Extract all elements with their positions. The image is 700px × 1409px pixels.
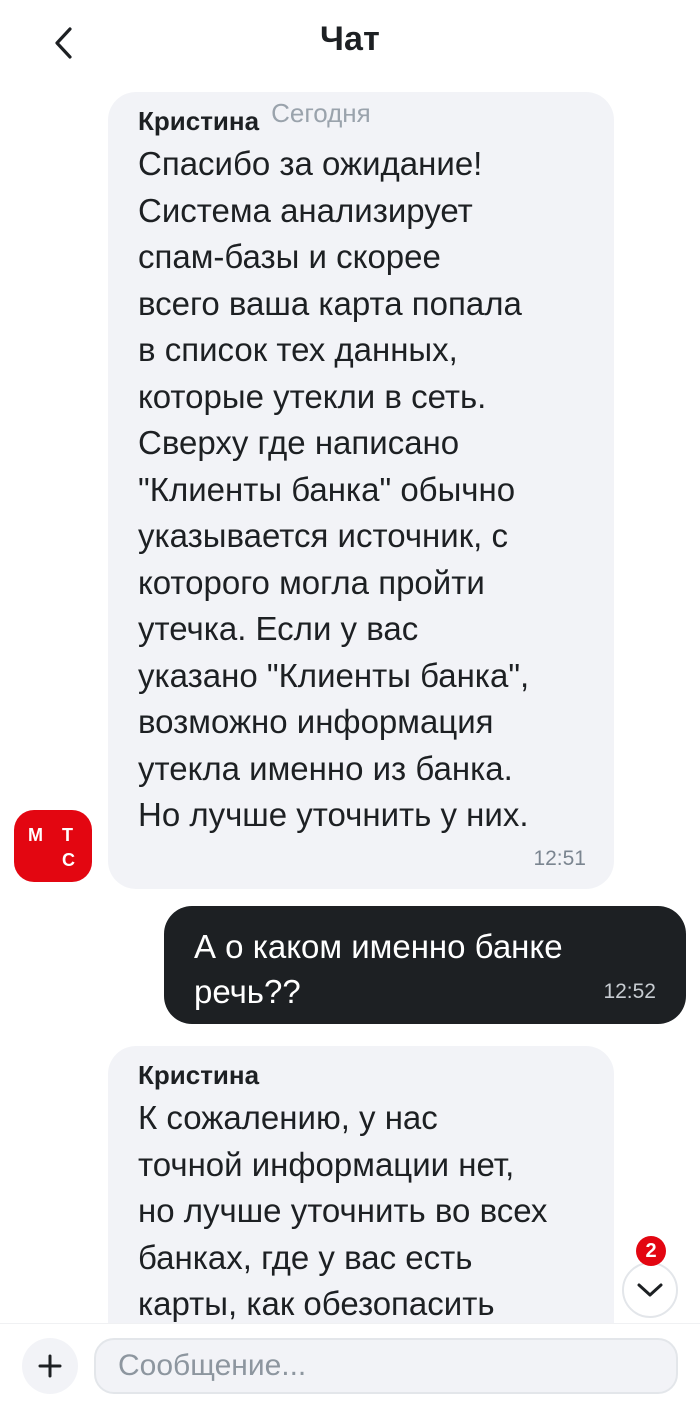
attach-button[interactable] (22, 1338, 78, 1394)
message-list[interactable]: Кристина Сегодня Спасибо за ожидание! Си… (0, 86, 700, 1323)
sender-name: Кристина (138, 106, 260, 136)
operator-avatar: М Т С (14, 810, 92, 882)
message-text: Спасибо за ожидание! Система анализирует… (138, 145, 530, 833)
scroll-down-button[interactable] (622, 1262, 678, 1318)
message-time: 12:51 (533, 846, 586, 870)
avatar-letter: Т (62, 825, 73, 845)
message-time: 12:52 (603, 980, 656, 1003)
chat-screen: Чат Кристина Сегодня Спасибо за ожидание… (0, 0, 700, 1409)
chevron-down-icon (637, 1283, 663, 1297)
avatar-letter: С (62, 850, 75, 870)
message-date: Сегодня (271, 98, 371, 128)
page-title: Чат (319, 20, 381, 58)
incoming-message: Кристина К сожалению, у нас точной инфор… (108, 1046, 614, 1323)
message-text: К сожалению, у нас точной информации нет… (138, 1099, 548, 1322)
outgoing-message: А о каком именно банке речь?? 12:52 (164, 906, 686, 1024)
plus-icon (38, 1354, 62, 1378)
message-text: А о каком именно банке речь?? (194, 928, 563, 1010)
avatar-letter: М (28, 825, 43, 845)
message-input[interactable] (94, 1338, 678, 1394)
unread-badge: 2 (636, 1236, 666, 1266)
sender-name: Кристина (138, 1060, 260, 1090)
incoming-message: Кристина Сегодня Спасибо за ожидание! Си… (108, 92, 614, 889)
composer (0, 1323, 700, 1409)
header: Чат (0, 0, 700, 86)
